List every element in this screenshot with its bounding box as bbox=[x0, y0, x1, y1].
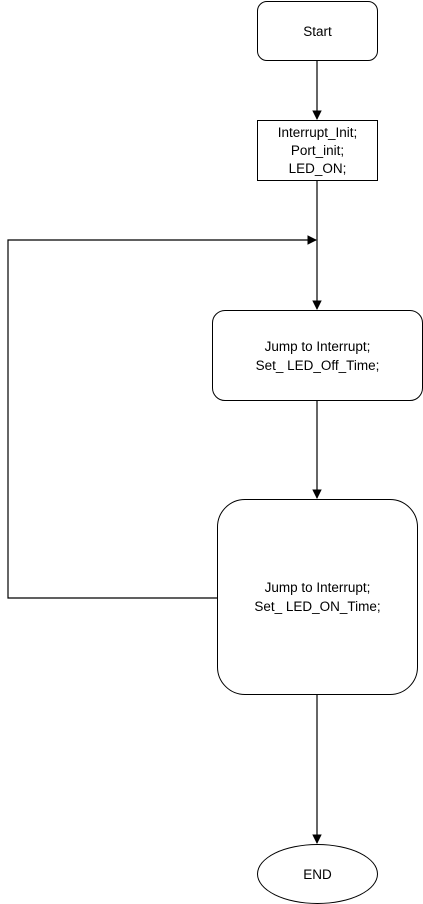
end-node: END bbox=[257, 844, 378, 904]
start-node: Start bbox=[257, 1, 378, 61]
init-process-node: Interrupt_Init; Port_init; LED_ON; bbox=[257, 120, 378, 181]
led-off-process-label: Jump to Interrupt; Set_ LED_Off_Time; bbox=[255, 338, 380, 373]
init-process-label: Interrupt_Init; Port_init; LED_ON; bbox=[277, 124, 358, 176]
end-node-label: END bbox=[303, 866, 332, 882]
flowchart-canvas: Start Interrupt_Init; Port_init; LED_ON;… bbox=[0, 0, 423, 904]
start-node-label: Start bbox=[303, 23, 332, 39]
led-on-process-label: Jump to Interrupt; Set_ LED_ON_Time; bbox=[254, 580, 381, 614]
led-off-process-node: Jump to Interrupt; Set_ LED_Off_Time; bbox=[212, 310, 423, 401]
led-on-process-node: Jump to Interrupt; Set_ LED_ON_Time; bbox=[217, 499, 418, 695]
